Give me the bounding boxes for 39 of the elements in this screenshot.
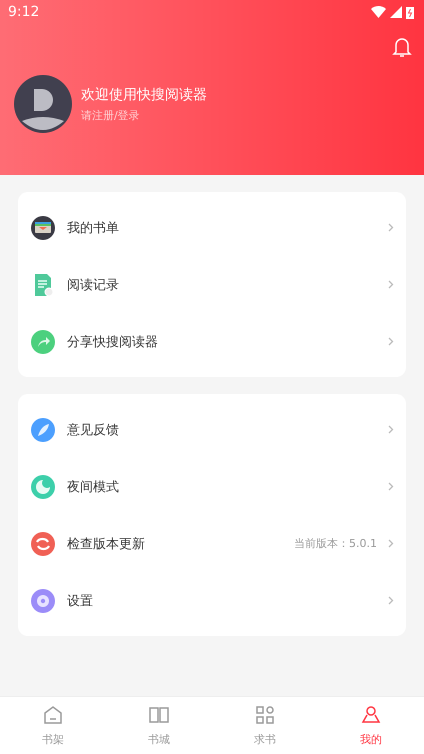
menu-label: 意见反馈	[67, 422, 120, 438]
wifi-icon	[371, 6, 386, 18]
wallet-icon	[30, 214, 56, 240]
home-icon	[42, 704, 64, 726]
menu-item[interactable]: 检查版本更新 当前版本：5.0.1	[18, 515, 406, 572]
menu-label: 设置	[67, 592, 94, 610]
chevron-icon	[388, 337, 394, 346]
chevron-icon	[388, 539, 394, 548]
feather-icon	[30, 416, 56, 442]
menu-item[interactable]: 分享快搜阅读器	[18, 313, 406, 370]
menu-label: 阅读记录	[67, 276, 120, 294]
chevron-icon	[388, 482, 394, 491]
chevron-icon	[388, 596, 394, 605]
bell-icon[interactable]	[392, 36, 412, 58]
version-text: 当前版本：5.0.1	[294, 536, 377, 551]
chevron-icon	[388, 223, 394, 232]
signal-icon	[390, 6, 402, 18]
menu-label: 检查版本更新	[67, 536, 146, 552]
status-time: 9:12	[8, 4, 40, 20]
moon-icon	[30, 474, 56, 500]
tab[interactable]: 我的	[318, 697, 424, 754]
menu-item[interactable]: 阅读记录	[18, 256, 406, 313]
menu-label: 夜间模式	[67, 478, 120, 496]
menu-label: 我的书单	[67, 220, 120, 236]
settings-icon	[30, 588, 56, 614]
menu-label: 分享快搜阅读器	[67, 334, 159, 350]
refresh-icon	[30, 530, 56, 556]
grid-icon	[254, 704, 276, 726]
menu-item[interactable]: 设置	[18, 572, 406, 629]
menu-item[interactable]: 意见反馈	[18, 401, 406, 458]
menu-item[interactable]: 我的书单	[18, 199, 406, 256]
chevron-icon	[388, 280, 394, 289]
battery-icon	[406, 6, 414, 18]
share-icon	[30, 328, 56, 354]
person-icon	[360, 704, 382, 726]
welcome-title: 欢迎使用快搜阅读器	[81, 86, 207, 104]
chevron-icon	[388, 425, 394, 434]
menu-item[interactable]: 夜间模式	[18, 458, 406, 515]
avatar[interactable]	[14, 75, 72, 133]
